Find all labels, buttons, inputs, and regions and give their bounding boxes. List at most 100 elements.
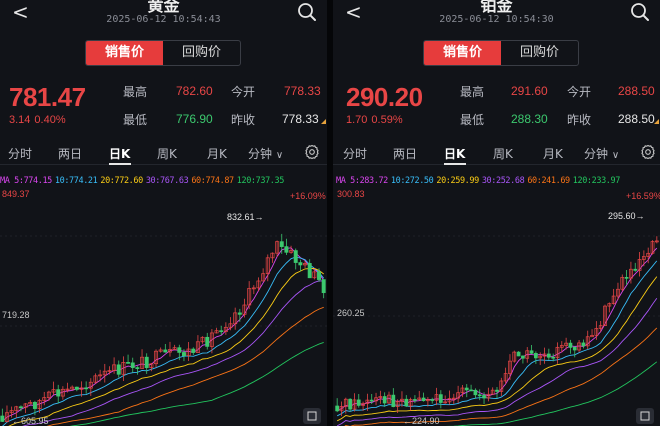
fullscreen-button[interactable] [303,408,321,424]
candle-body [572,347,577,351]
candle-body [177,347,182,353]
timestamp: 2025-06-12 10:54:30 [439,14,554,25]
prev-close-value: 288.50 [618,112,655,126]
active-tab-indicator [444,163,466,165]
sell-price-tab[interactable]: 销售价 [86,41,163,65]
price-type-toggle: 销售价 回购价 [423,40,579,66]
ma60-value: 60:774.87 [191,176,234,186]
candle-body [293,250,298,263]
axis-top-label: 300.83 [337,189,365,199]
candle-body [32,402,37,409]
sell-price-tab[interactable]: 销售价 [424,41,501,65]
candlestick-chart[interactable]: 849.37 719.28 ←605.95 832.61→ +16.09% [0,186,327,426]
moving-average-line [69,341,324,426]
candle-body [163,349,168,353]
candle-body [521,355,525,359]
high-label: 最高 [460,85,485,99]
timestamp: 2025-06-12 10:54:43 [106,14,221,25]
candle-body [546,353,551,358]
candle-body [438,394,443,403]
tab-minute[interactable]: 分钟 ∨ [584,145,619,162]
candle-body [633,268,638,271]
low-value: 776.90 [176,112,213,126]
search-icon[interactable] [630,2,650,22]
candlestick-chart[interactable]: 300.83 260.25 ←224.90 295.60→ +16.59% [333,186,660,426]
header: < 黄金 2025-06-12 10:54:43 [0,0,327,36]
price-change: 1.70 0.59% [346,114,407,126]
candle-body [298,262,303,266]
open-value: 288.50 [618,84,655,98]
tab-intraday[interactable]: 分时 [8,145,32,162]
gold-panel: < 黄金 2025-06-12 10:54:43 销售价 回购价 781.47 … [0,0,327,426]
ma10-value: 10:272.50 [390,176,434,186]
ma30-value: 30:767.63 [145,176,189,186]
open-label: 今开 [231,85,256,99]
candle-body [56,389,61,397]
candle-body [307,263,312,279]
corner-marker-icon [654,119,659,124]
candle-body [18,406,23,409]
tab-minute-label: 分钟 [584,147,609,161]
current-price: 290.20 [346,82,423,112]
tab-weekly-k[interactable]: 周K [157,145,177,162]
candle-body [144,356,149,369]
tab-daily-k[interactable]: 日K [109,145,130,162]
low-label: 最低 [123,113,148,127]
peak-label: 295.60→ [608,211,645,221]
tab-monthly-k[interactable]: 月K [207,145,227,162]
active-tab-indicator [109,163,131,165]
tab-minute[interactable]: 分钟 ∨ [248,145,283,162]
axis-bottom-label: ←224.90 [403,416,440,426]
candle-body [624,276,629,279]
gear-icon[interactable] [640,144,656,160]
ma20-value: 20:259.99 [436,176,479,186]
candle-body [84,387,89,390]
gain-percent-label: +16.59% [626,191,660,201]
candle-body [369,399,374,402]
candle-body [404,398,409,407]
gain-percent-label: +16.09% [290,191,326,201]
moving-average-line [344,327,658,426]
ma20-value: 20:772.60 [100,176,143,186]
high-value: 782.60 [176,84,213,98]
moving-average-line [8,267,324,426]
tab-monthly-k[interactable]: 月K [543,145,563,162]
price-change: 3.14 0.40% [9,114,70,126]
candle-body [279,241,284,247]
candle-body [534,353,538,359]
fullscreen-button[interactable] [636,408,654,424]
tab-two-day[interactable]: 两日 [58,145,82,162]
candle-body [356,399,361,406]
candle-body [335,405,340,412]
tab-two-day[interactable]: 两日 [393,145,417,162]
buyback-price-tab[interactable]: 回购价 [163,41,240,65]
change-value: 1.70 [346,114,368,126]
tab-daily-k[interactable]: 日K [444,145,465,162]
axis-top-label: 849.37 [2,189,30,199]
candle-body [469,389,473,392]
moving-average-line [2,256,325,426]
candle-body [482,395,486,399]
prev-close-label: 昨收 [567,113,592,127]
candle-body [473,389,478,396]
high-label: 最高 [123,85,148,99]
candle-body [430,399,435,401]
change-percent: 0.40% [34,114,66,126]
moving-average-line [336,247,658,412]
search-icon[interactable] [297,2,317,22]
candle-body [421,397,426,402]
tab-weekly-k[interactable]: 周K [493,145,513,162]
candle-body [237,312,242,315]
ma120-value: 120:737.35 [236,176,285,186]
gear-icon[interactable] [304,144,320,160]
candle-body [219,330,224,333]
candle-body [477,394,482,397]
change-value: 3.14 [9,114,31,126]
tab-intraday[interactable]: 分时 [343,145,367,162]
buyback-price-tab[interactable]: 回购价 [501,41,578,65]
candle-body [191,348,196,353]
candle-body [413,399,417,401]
header: < 铂金 2025-06-12 10:54:30 [333,0,660,36]
period-tabs: 分时 两日 日K 周K 月K 分钟 ∨ [0,143,327,165]
current-price: 781.47 [9,82,86,112]
